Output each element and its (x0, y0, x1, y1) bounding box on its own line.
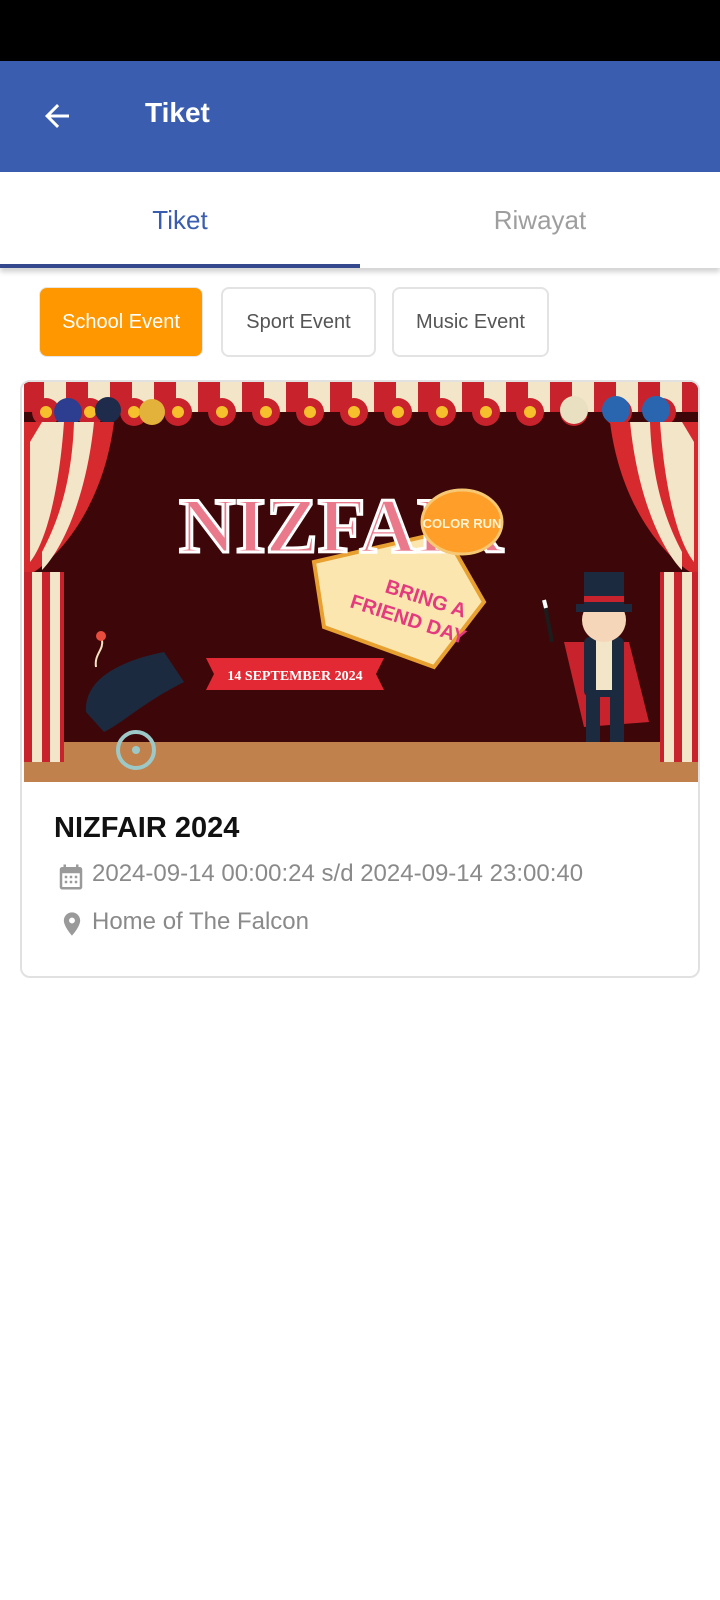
event-card[interactable]: NIZFAIR COLOR RUN BRING A FRIEND DAY 14 … (20, 380, 700, 978)
tab-bar: Tiket Riwayat (0, 172, 720, 268)
tab-tiket[interactable]: Tiket (0, 172, 360, 268)
app-bar: Tiket (0, 61, 720, 172)
banner-badge: COLOR RUN (423, 516, 502, 531)
chip-music-event[interactable]: Music Event (392, 287, 549, 357)
tab-indicator (0, 264, 360, 268)
page-title: Tiket (145, 97, 210, 128)
event-location: Home of The Falcon (92, 908, 309, 935)
chip-sport-event[interactable]: Sport Event (221, 287, 376, 357)
back-button[interactable] (32, 91, 82, 141)
status-bar (0, 0, 720, 61)
arrow-left-icon (45, 104, 69, 128)
calendar-icon (59, 864, 83, 890)
event-datetime: 2024-09-14 00:00:24 s/d 2024-09-14 23:00… (92, 860, 584, 887)
chip-school-event[interactable]: School Event (39, 287, 203, 357)
tab-riwayat[interactable]: Riwayat (360, 172, 720, 268)
location-pin-icon (63, 912, 81, 936)
event-banner-image: NIZFAIR COLOR RUN BRING A FRIEND DAY 14 … (24, 382, 698, 782)
event-title: NIZFAIR 2024 (54, 812, 240, 844)
banner-date: 14 SEPTEMBER 2024 (227, 669, 362, 684)
